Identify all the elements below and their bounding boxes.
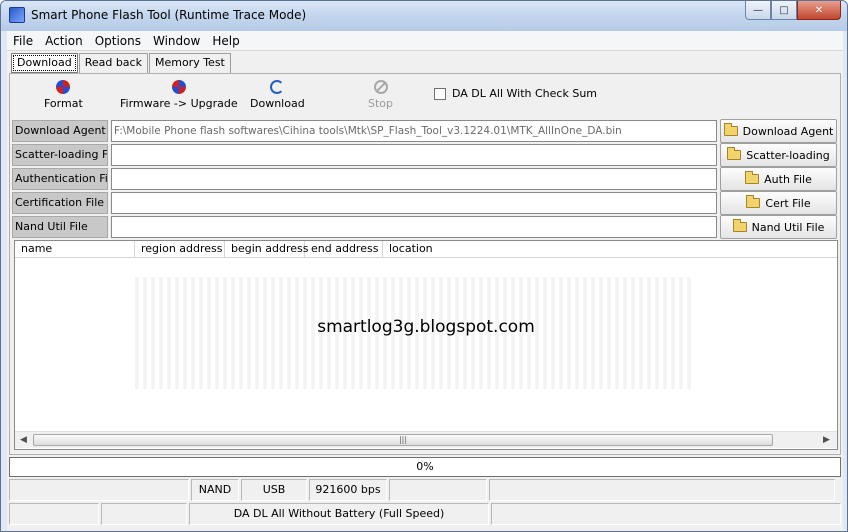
stop-label: Stop	[368, 97, 394, 110]
client-area: File Action Options Window Help Download…	[7, 31, 843, 531]
format-icon	[56, 80, 71, 94]
status-storage: NAND	[191, 479, 239, 501]
folder-icon	[745, 171, 760, 184]
format-button[interactable]: Format	[44, 80, 83, 110]
nand-button-label: Nand Util File	[751, 220, 825, 234]
scatter-row: Scatter-loading File Scatter-loading	[12, 143, 838, 167]
nand-field[interactable]	[111, 216, 717, 238]
menu-options[interactable]: Options	[89, 34, 147, 48]
checksum-label: DA DL All With Check Sum	[452, 87, 598, 100]
download-agent-field[interactable]	[111, 120, 717, 142]
menu-window[interactable]: Window	[147, 34, 206, 48]
menu-action[interactable]: Action	[39, 34, 89, 48]
tab-strip: Download Read back Memory Test	[11, 53, 232, 73]
scatter-loading-button[interactable]: Scatter-loading	[720, 143, 837, 167]
auth-button-label: Auth File	[764, 172, 812, 186]
progress-bar: 0%	[9, 457, 841, 477]
watermark-text: smartlog3g.blogspot.com	[317, 317, 535, 337]
nand-label: Nand Util File	[12, 216, 108, 238]
scroll-left-icon[interactable]: ◀	[20, 435, 27, 445]
checksum-option[interactable]: DA DL All With Check Sum	[434, 87, 597, 100]
status-cell-empty	[389, 479, 487, 501]
firmware-upgrade-icon	[171, 80, 186, 94]
cert-file-button[interactable]: Cert File	[720, 191, 837, 215]
folder-icon	[723, 123, 738, 136]
column-begin-address[interactable]: begin address	[225, 241, 308, 258]
column-location[interactable]: location	[383, 241, 483, 258]
scroll-right-icon[interactable]: ▶	[823, 435, 830, 445]
status-cell-empty	[9, 479, 189, 501]
partition-list[interactable]: name region address begin address end ad…	[14, 240, 838, 450]
cert-row: Certification File Cert File	[12, 191, 838, 215]
window-controls: — □ ✕	[745, 1, 841, 21]
toolbar: Format Firmware -> Upgrade Download Stop…	[10, 74, 840, 118]
scatter-button-label: Scatter-loading	[746, 148, 830, 162]
cert-button-label: Cert File	[765, 196, 811, 210]
menu-file[interactable]: File	[7, 34, 39, 48]
download-agent-row: Download Agent Download Agent	[12, 119, 838, 143]
app-icon	[9, 7, 25, 23]
cert-label: Certification File	[12, 192, 108, 214]
download-label: Download	[250, 97, 305, 110]
auth-field[interactable]	[111, 168, 717, 190]
download-refresh-icon	[270, 80, 285, 94]
nand-util-button[interactable]: Nand Util File	[720, 215, 837, 239]
app-window: Smart Phone Flash Tool (Runtime Trace Mo…	[0, 0, 848, 532]
column-name[interactable]: name	[15, 241, 135, 258]
menu-bar: File Action Options Window Help	[7, 31, 843, 51]
maximize-icon[interactable]: □	[771, 1, 797, 20]
status-baud: 921600 bps	[309, 479, 387, 501]
auth-file-button[interactable]: Auth File	[720, 167, 837, 191]
format-label: Format	[44, 97, 83, 110]
status-port: USB	[241, 479, 307, 501]
column-region-address[interactable]: region address	[135, 241, 225, 258]
download-agent-button-label: Download Agent	[742, 124, 834, 138]
status-row-bottom: DA DL All Without Battery (Full Speed)	[9, 503, 841, 525]
nand-row: Nand Util File Nand Util File	[12, 215, 838, 239]
status-cell-empty	[101, 503, 187, 525]
download-button[interactable]: Download	[250, 80, 305, 110]
column-end-address[interactable]: end address	[305, 241, 383, 258]
status-cell-empty	[491, 503, 841, 525]
auth-row: Authentication File Auth File	[12, 167, 838, 191]
minimize-icon[interactable]: —	[745, 1, 771, 20]
tab-download[interactable]: Download	[11, 53, 78, 73]
folder-icon	[727, 147, 742, 160]
firmware-upgrade-button[interactable]: Firmware -> Upgrade	[120, 80, 238, 110]
progress-text: 0%	[416, 460, 434, 473]
status-cell-empty	[9, 503, 99, 525]
checksum-checkbox[interactable]	[434, 87, 446, 100]
scatter-label: Scatter-loading File	[12, 144, 108, 166]
status-cell-empty	[489, 479, 835, 501]
status-bar: NAND USB 921600 bps DA DL All Without Ba…	[9, 479, 841, 527]
title-bar[interactable]: Smart Phone Flash Tool (Runtime Trace Mo…	[1, 1, 847, 31]
tab-memory-test[interactable]: Memory Test	[148, 53, 231, 73]
window-title: Smart Phone Flash Tool (Runtime Trace Mo…	[31, 8, 307, 22]
close-icon[interactable]: ✕	[797, 1, 841, 20]
download-agent-label: Download Agent	[12, 120, 108, 142]
download-panel: Format Firmware -> Upgrade Download Stop…	[9, 73, 841, 455]
menu-help[interactable]: Help	[206, 34, 245, 48]
horizontal-scrollbar[interactable]: ◀ ||| ▶	[15, 431, 837, 448]
status-mode: DA DL All Without Battery (Full Speed)	[189, 503, 489, 525]
scroll-thumb[interactable]: |||	[33, 434, 773, 446]
folder-icon	[732, 219, 747, 232]
status-row-top: NAND USB 921600 bps	[9, 479, 841, 501]
stop-icon	[373, 80, 388, 94]
scatter-field[interactable]	[111, 144, 717, 166]
list-header: name region address begin address end ad…	[15, 241, 837, 258]
auth-label: Authentication File	[12, 168, 108, 190]
stop-button[interactable]: Stop	[368, 80, 393, 110]
tab-read-back[interactable]: Read back	[78, 53, 148, 73]
firmware-upgrade-label: Firmware -> Upgrade	[120, 97, 238, 110]
download-agent-button[interactable]: Download Agent	[720, 119, 837, 143]
folder-icon	[746, 195, 761, 208]
cert-field[interactable]	[111, 192, 717, 214]
